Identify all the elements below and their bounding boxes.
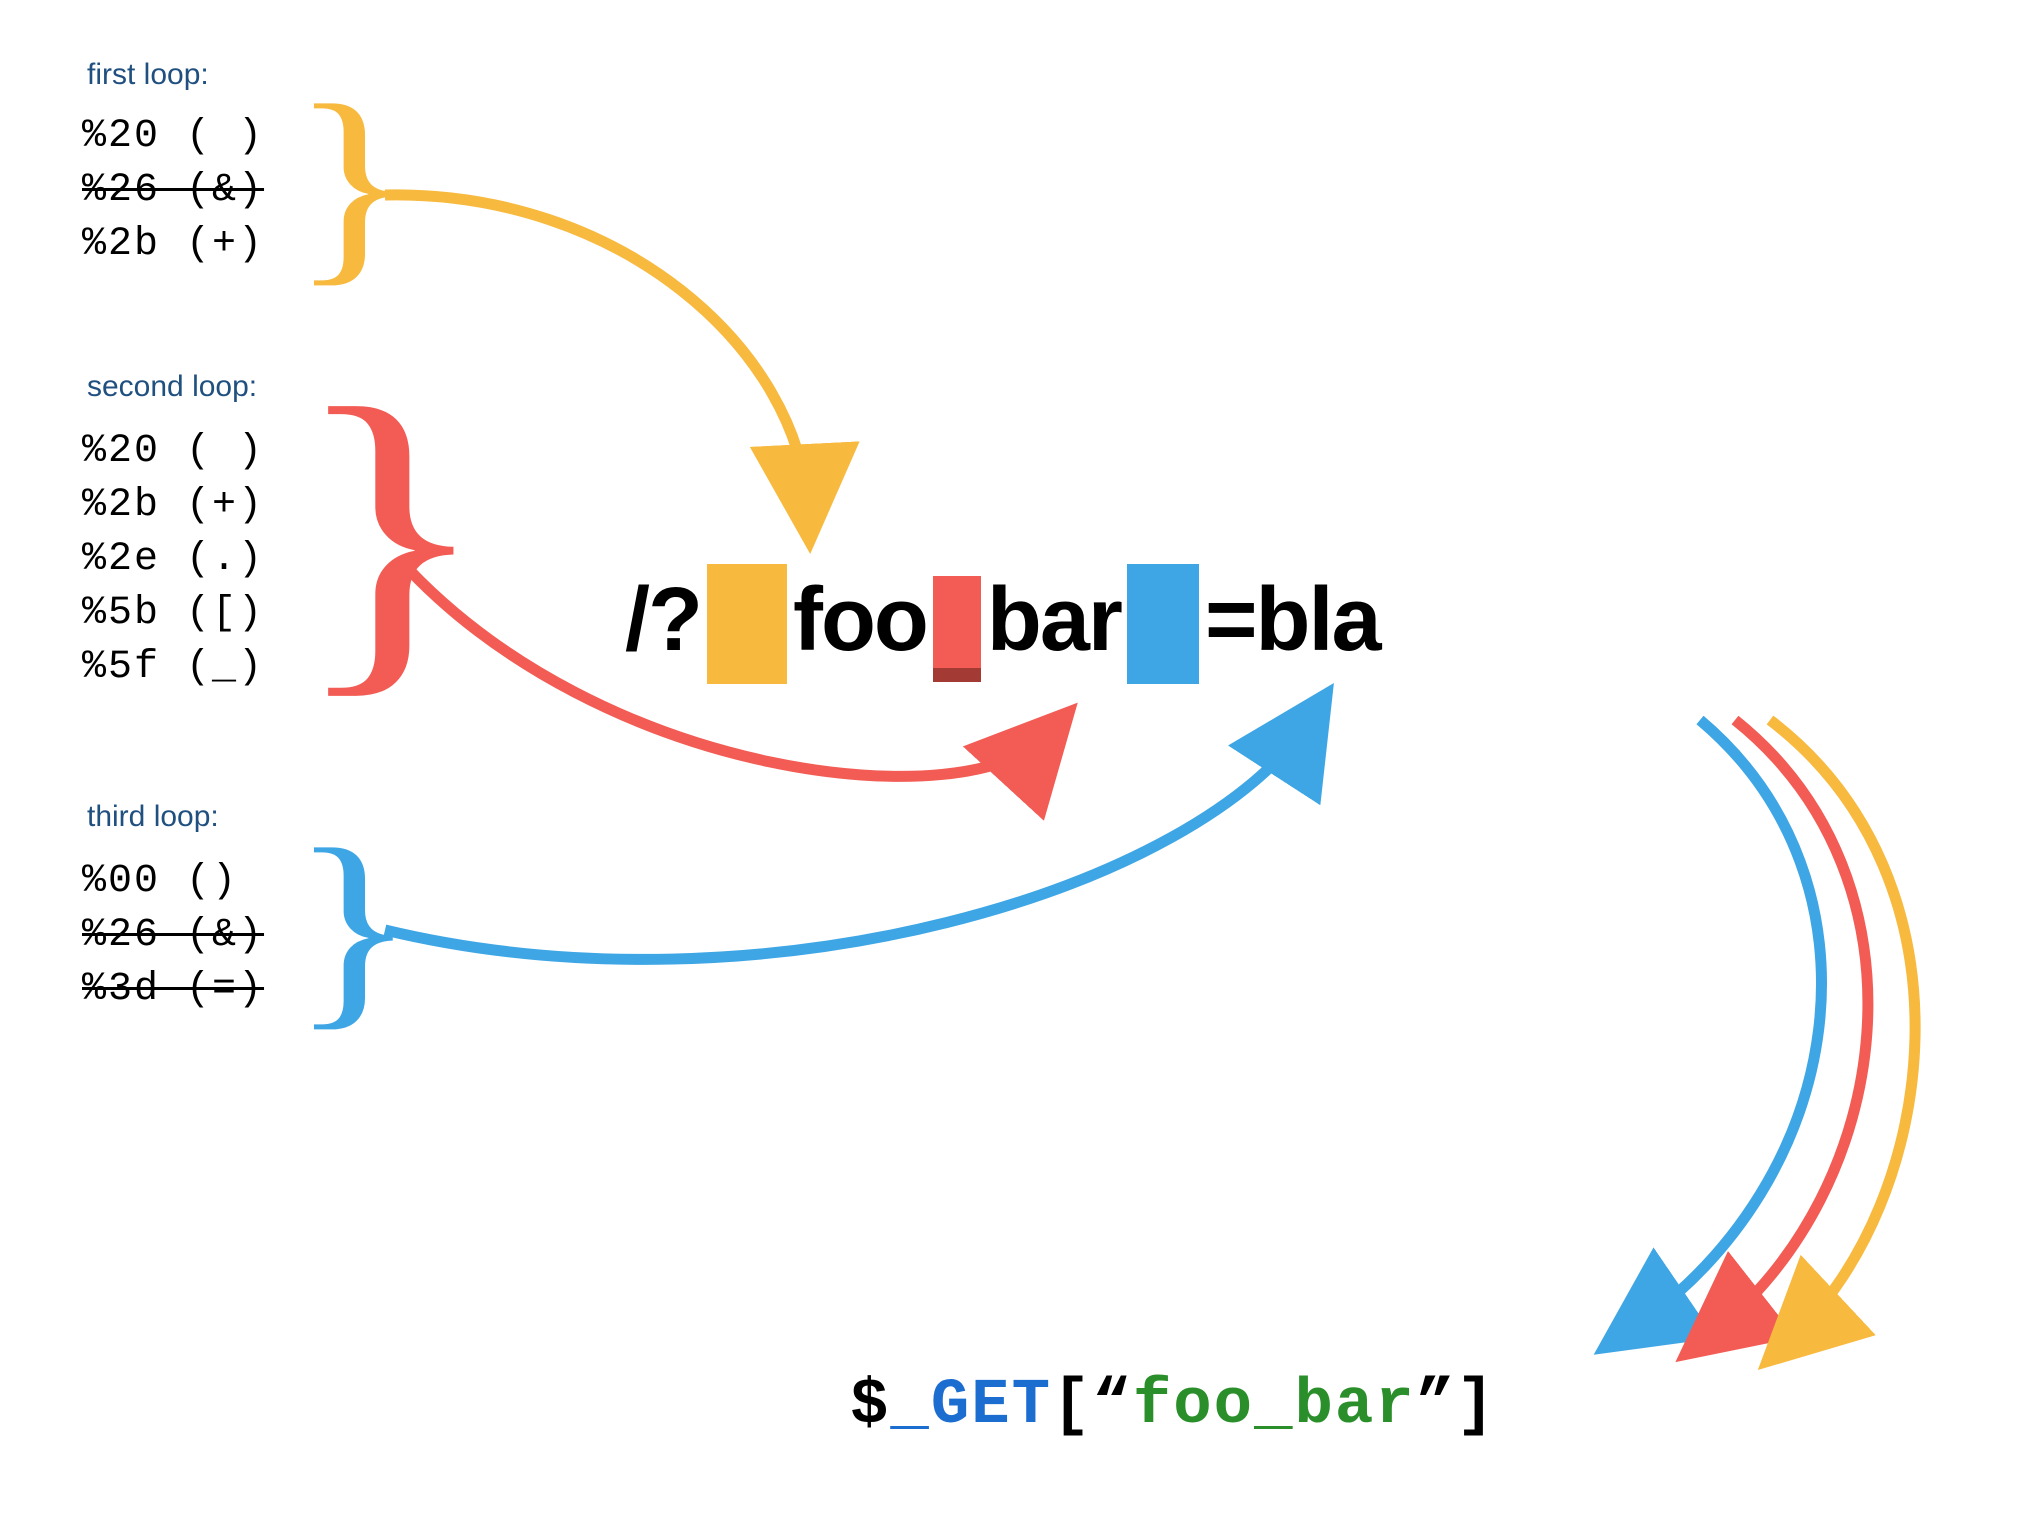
query-string: /? foo bar =bla — [625, 560, 1380, 680]
php-underscore: _ — [890, 1370, 930, 1442]
slot-blue — [1127, 564, 1199, 684]
brace-blue: } — [290, 800, 417, 1053]
arrow-loop3-to-slot — [385, 720, 1310, 959]
slot-yellow — [707, 564, 787, 684]
loop2-item: %20 ( ) — [82, 425, 264, 479]
loop1-item: %26 (&) — [82, 164, 264, 218]
loop3-item: %26 (&) — [82, 909, 264, 963]
arrow-result-blue — [1630, 720, 1822, 1330]
query-prefix: /? — [625, 569, 701, 672]
query-seg2: bar — [987, 569, 1121, 672]
loop3-list: %00 () %26 (&) %3d (=) — [82, 855, 264, 1017]
brace-yellow: } — [290, 56, 417, 309]
arrow-result-red — [1710, 720, 1868, 1335]
php-get: GET — [931, 1370, 1052, 1442]
php-dollar: $ — [850, 1370, 890, 1442]
loop2-item: %5b ([) — [82, 587, 264, 641]
arrow-result-yellow — [1770, 720, 1915, 1340]
brace-red: } — [290, 330, 492, 733]
loop3-title: third loop: — [87, 800, 219, 834]
php-key: foo_bar — [1133, 1370, 1416, 1442]
query-seg1: foo — [793, 569, 927, 672]
loop2-item: %2e (.) — [82, 533, 264, 587]
loop1-item: %20 ( ) — [82, 110, 264, 164]
loop2-title: second loop: — [87, 370, 257, 404]
slot-red — [933, 576, 981, 676]
php-get-expression: $_GET[“foo_bar”] — [850, 1370, 1497, 1442]
loop3-item: %3d (=) — [82, 963, 264, 1017]
loop2-item: %5f (_) — [82, 641, 264, 695]
query-suffix: =bla — [1205, 569, 1380, 672]
php-open: [“ — [1052, 1370, 1133, 1442]
loop1-item: %2b (+) — [82, 218, 264, 272]
loop2-list: %20 ( ) %2b (+) %2e (.) %5b ([) %5f (_) — [82, 425, 264, 695]
loop1-title: first loop: — [87, 58, 209, 92]
php-close: ”] — [1416, 1370, 1497, 1442]
loop3-item: %00 () — [82, 855, 264, 909]
loop2-item: %2b (+) — [82, 479, 264, 533]
loop1-list: %20 ( ) %26 (&) %2b (+) — [82, 110, 264, 272]
